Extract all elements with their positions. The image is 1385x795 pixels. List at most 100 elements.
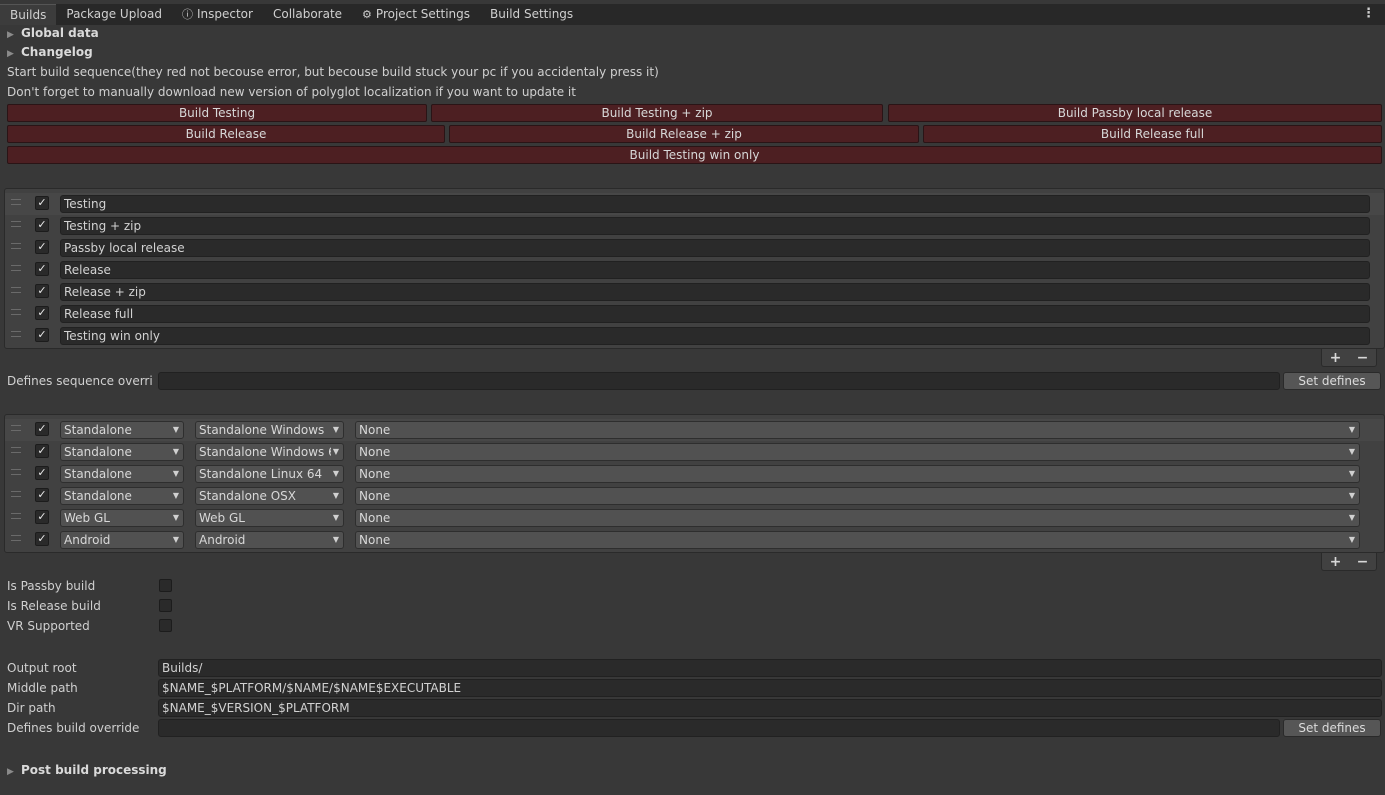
build-option-dropdown[interactable]: None ▼ <box>355 487 1360 505</box>
dir-path-field[interactable]: $NAME_$VERSION_$PLATFORM <box>158 699 1382 717</box>
chevron-down-icon: ▼ <box>1346 422 1355 438</box>
tab-package-upload[interactable]: Package Upload <box>56 4 172 25</box>
sequence-name-field[interactable]: Release <box>60 261 1370 279</box>
dropdown-value: None <box>359 533 391 547</box>
sequence-name-field[interactable]: Testing win only <box>60 327 1370 345</box>
dir-path-label: Dir path <box>7 701 56 715</box>
remove-item-button[interactable]: − <box>1357 554 1369 570</box>
chevron-down-icon: ▼ <box>170 422 179 438</box>
chevron-down-icon: ▼ <box>170 510 179 526</box>
sequence-name-field[interactable]: Passby local release <box>60 239 1370 257</box>
sequence-name-field[interactable]: Testing <box>60 195 1370 213</box>
target-enabled-checkbox[interactable]: ✓ <box>35 532 49 546</box>
build-release-full-button[interactable]: Build Release full <box>923 125 1382 143</box>
build-testing-win-only-button[interactable]: Build Testing win only <box>7 146 1382 164</box>
tab-collaborate[interactable]: Collaborate <box>263 4 352 25</box>
output-root-field[interactable]: Builds/ <box>158 659 1382 677</box>
changelog-foldout[interactable]: ▶ Changelog <box>7 45 93 59</box>
sequence-enabled-checkbox[interactable]: ✓ <box>35 328 49 342</box>
build-option-dropdown[interactable]: None ▼ <box>355 443 1360 461</box>
sequence-enabled-checkbox[interactable]: ✓ <box>35 218 49 232</box>
drag-handle-icon[interactable] <box>11 535 21 541</box>
defines-sequence-field[interactable] <box>158 372 1280 390</box>
sequence-name-field[interactable]: Testing + zip <box>60 217 1370 235</box>
build-target-dropdown[interactable]: Standalone Windows ▼ <box>195 421 344 439</box>
middle-path-field[interactable]: $NAME_$PLATFORM/$NAME/$NAME$EXECUTABLE <box>158 679 1382 697</box>
sequence-enabled-checkbox[interactable]: ✓ <box>35 262 49 276</box>
build-option-dropdown[interactable]: None ▼ <box>355 421 1360 439</box>
drag-handle-icon[interactable] <box>11 425 21 431</box>
dropdown-value: None <box>359 445 391 459</box>
build-option-dropdown[interactable]: None ▼ <box>355 509 1360 527</box>
defines-build-label: Defines build override <box>7 721 140 735</box>
sequence-name-field[interactable]: Release + zip <box>60 283 1370 301</box>
build-target-dropdown[interactable]: Standalone Linux 64 ▼ <box>195 465 344 483</box>
add-item-button[interactable]: + <box>1330 350 1342 366</box>
build-option-dropdown[interactable]: None ▼ <box>355 531 1360 549</box>
build-sequence-note: Start build sequence(they red not becous… <box>7 65 659 79</box>
sequence-enabled-checkbox[interactable]: ✓ <box>35 240 49 254</box>
tab-build-settings[interactable]: Build Settings <box>480 4 583 25</box>
table-row: ✓ Android ▼ Android ▼ None ▼ <box>5 529 1384 551</box>
set-defines-sequence-button[interactable]: Set defines <box>1283 372 1381 390</box>
sequence-enabled-checkbox[interactable]: ✓ <box>35 196 49 210</box>
set-defines-build-button[interactable]: Set defines <box>1283 719 1381 737</box>
dropdown-value: Standalone <box>64 467 132 481</box>
drag-handle-icon[interactable] <box>11 491 21 497</box>
target-enabled-checkbox[interactable]: ✓ <box>35 488 49 502</box>
platform-group-dropdown[interactable]: Standalone ▼ <box>60 421 184 439</box>
info-icon: ⓘ <box>181 8 193 21</box>
platform-group-dropdown[interactable]: Standalone ▼ <box>60 443 184 461</box>
build-release-zip-button[interactable]: Build Release + zip <box>449 125 919 143</box>
global-data-foldout[interactable]: ▶ Global data <box>7 26 99 40</box>
sequence-enabled-checkbox[interactable]: ✓ <box>35 284 49 298</box>
defines-build-field[interactable] <box>158 719 1280 737</box>
build-option-dropdown[interactable]: None ▼ <box>355 465 1360 483</box>
build-target-dropdown[interactable]: Standalone OSX ▼ <box>195 487 344 505</box>
platform-group-dropdown[interactable]: Web GL ▼ <box>60 509 184 527</box>
drag-handle-icon[interactable] <box>11 469 21 475</box>
tab-builds[interactable]: Builds <box>0 4 57 25</box>
drag-handle-icon[interactable] <box>11 447 21 453</box>
tab-inspector[interactable]: ⓘ Inspector <box>172 4 263 25</box>
sequence-name-field[interactable]: Release full <box>60 305 1370 323</box>
drag-handle-icon[interactable] <box>11 331 21 337</box>
drag-handle-icon[interactable] <box>11 221 21 227</box>
list-item: ✓ Release + zip <box>5 281 1384 303</box>
build-passby-local-release-button[interactable]: Build Passby local release <box>888 104 1382 122</box>
target-enabled-checkbox[interactable]: ✓ <box>35 444 49 458</box>
sequence-list-footer: + − <box>1321 349 1377 367</box>
is-release-build-checkbox[interactable] <box>159 599 172 612</box>
list-item: ✓ Testing <box>5 193 1384 215</box>
build-target-dropdown[interactable]: Web GL ▼ <box>195 509 344 527</box>
add-item-button[interactable]: + <box>1330 554 1342 570</box>
is-passby-build-checkbox[interactable] <box>159 579 172 592</box>
build-testing-zip-button[interactable]: Build Testing + zip <box>431 104 883 122</box>
build-target-dropdown[interactable]: Android ▼ <box>195 531 344 549</box>
drag-handle-icon[interactable] <box>11 199 21 205</box>
platform-group-dropdown[interactable]: Android ▼ <box>60 531 184 549</box>
tab-project-settings[interactable]: ⚙ Project Settings <box>352 4 480 25</box>
is-passby-build-label: Is Passby build <box>7 579 96 593</box>
platform-group-dropdown[interactable]: Standalone ▼ <box>60 465 184 483</box>
drag-handle-icon[interactable] <box>11 513 21 519</box>
drag-handle-icon[interactable] <box>11 265 21 271</box>
sequence-enabled-checkbox[interactable]: ✓ <box>35 306 49 320</box>
target-enabled-checkbox[interactable]: ✓ <box>35 422 49 436</box>
platform-group-dropdown[interactable]: Standalone ▼ <box>60 487 184 505</box>
table-row: ✓ Standalone ▼ Standalone OSX ▼ None ▼ <box>5 485 1384 507</box>
build-release-button[interactable]: Build Release <box>7 125 445 143</box>
drag-handle-icon[interactable] <box>11 287 21 293</box>
target-enabled-checkbox[interactable]: ✓ <box>35 466 49 480</box>
remove-item-button[interactable]: − <box>1357 350 1369 366</box>
more-options-icon[interactable]: ⋮ <box>1362 4 1375 23</box>
build-target-dropdown[interactable]: Standalone Windows 6 ▼ <box>195 443 344 461</box>
drag-handle-icon[interactable] <box>11 243 21 249</box>
build-testing-button[interactable]: Build Testing <box>7 104 427 122</box>
vr-supported-checkbox[interactable] <box>159 619 172 632</box>
dropdown-value: Standalone <box>64 489 132 503</box>
target-enabled-checkbox[interactable]: ✓ <box>35 510 49 524</box>
post-build-processing-foldout[interactable]: ▶ Post build processing <box>7 763 167 777</box>
chevron-down-icon: ▼ <box>1346 466 1355 482</box>
drag-handle-icon[interactable] <box>11 309 21 315</box>
